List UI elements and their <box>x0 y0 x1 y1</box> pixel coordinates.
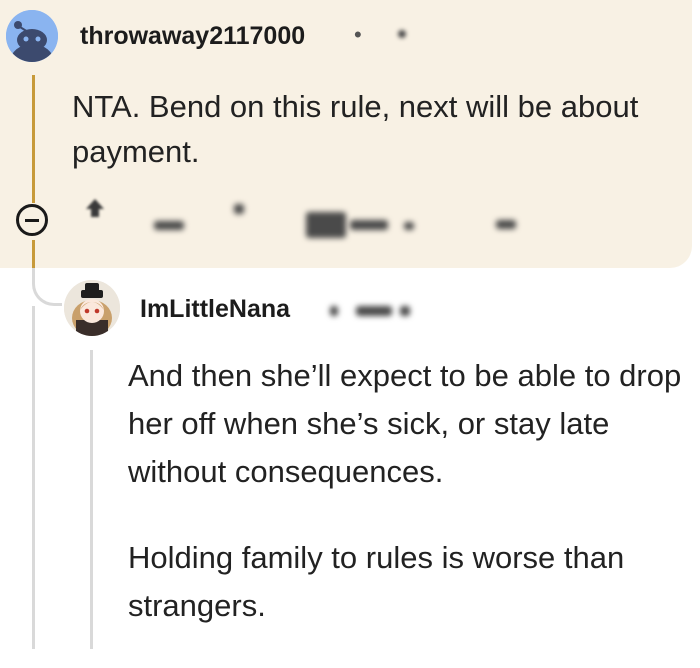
thread-line[interactable] <box>32 75 35 203</box>
avatar[interactable] <box>64 280 120 336</box>
thread-line[interactable] <box>32 306 35 649</box>
redacted-flair <box>330 306 338 316</box>
redacted-timestamp <box>398 30 406 38</box>
redacted-timestamp <box>356 306 392 316</box>
reply-icon[interactable] <box>306 212 346 238</box>
more-options-icon[interactable] <box>496 220 516 229</box>
thread-line[interactable] <box>90 350 93 649</box>
comment-body: NTA. Bend on this rule, next will be abo… <box>72 89 639 169</box>
collapse-minus-icon[interactable] <box>16 204 48 236</box>
redacted-dot <box>400 306 410 316</box>
reddit-snoo-avatar-icon <box>6 10 58 62</box>
anime-girl-avatar-icon <box>64 280 120 336</box>
redacted-vote-count <box>154 221 184 230</box>
reply-username[interactable]: ImLittleNana <box>140 295 290 324</box>
redacted-action-label[interactable] <box>350 220 388 230</box>
comment-username[interactable]: throwaway2117000 <box>80 22 305 51</box>
reply-body: And then she’ll expect to be able to dro… <box>128 352 688 668</box>
thread-connector <box>32 268 62 306</box>
redacted-action[interactable] <box>404 222 414 230</box>
upvote-arrow-icon[interactable] <box>82 196 108 220</box>
downvote-arrow-icon[interactable] <box>234 204 244 214</box>
reply-paragraph: And then she’ll expect to be able to dro… <box>128 358 682 489</box>
reply-paragraph: Holding family to rules is worse than st… <box>128 540 625 623</box>
avatar[interactable] <box>6 10 58 62</box>
separator-dot: • <box>354 22 362 47</box>
thread-line[interactable] <box>32 240 35 268</box>
